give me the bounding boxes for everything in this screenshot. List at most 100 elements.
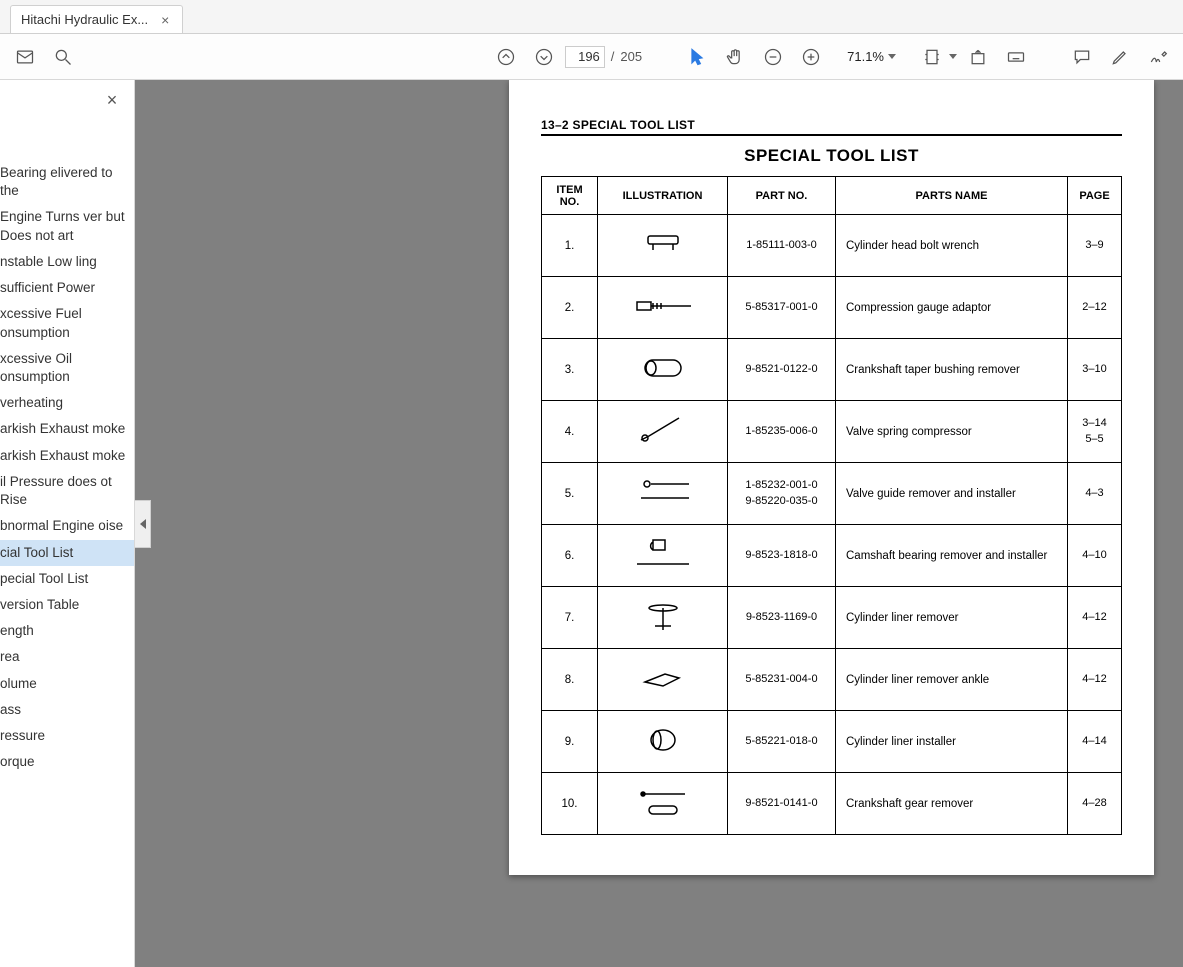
cell-page: 4–10 (1068, 525, 1122, 587)
hand-tool-icon[interactable] (718, 40, 752, 74)
cell-part: 1-85235-006-0 (728, 401, 836, 463)
tab-title: Hitachi Hydraulic Ex... (21, 12, 148, 27)
page-indicator: / 205 (565, 46, 642, 68)
bookmark-item[interactable]: olume (0, 671, 134, 697)
cell-part: 9-8521-0141-0 (728, 773, 836, 835)
bookmark-item[interactable]: xcessive Fuel onsumption (0, 301, 134, 345)
cell-illustration (598, 587, 728, 649)
cell-name: Cylinder liner installer (836, 711, 1068, 773)
bookmark-item[interactable]: version Table (0, 592, 134, 618)
cell-illustration (598, 463, 728, 525)
page-up-icon[interactable] (489, 40, 523, 74)
cell-illustration (598, 525, 728, 587)
cell-name: Cylinder liner remover (836, 587, 1068, 649)
search-icon[interactable] (46, 40, 80, 74)
bookmark-item[interactable]: bnormal Engine oise (0, 513, 134, 539)
bookmark-item[interactable]: rea (0, 644, 134, 670)
page-title: SPECIAL TOOL LIST (541, 146, 1122, 166)
cell-page: 4–12 (1068, 649, 1122, 711)
bookmark-item[interactable]: Engine Turns ver but Does not art (0, 204, 134, 248)
cell-page: 3–9 (1068, 215, 1122, 277)
table-row: 8. 5-85231-004-0Cylinder liner remover an… (542, 649, 1122, 711)
keyboard-icon[interactable] (999, 40, 1033, 74)
cell-item: 5. (542, 463, 598, 525)
cell-part: 1-85111-003-0 (728, 215, 836, 277)
cell-illustration (598, 401, 728, 463)
page-total: 205 (620, 49, 642, 64)
bookmark-item[interactable]: arkish Exhaust moke (0, 416, 134, 442)
document-viewer[interactable]: 13–2 SPECIAL TOOL LIST SPECIAL TOOL LIST… (135, 80, 1183, 967)
bookmark-item[interactable]: sufficient Power (0, 275, 134, 301)
bookmark-item[interactable]: nstable Low ling (0, 249, 134, 275)
cell-name: Crankshaft gear remover (836, 773, 1068, 835)
close-icon[interactable]: × (100, 88, 124, 112)
bookmark-item[interactable]: ass (0, 697, 134, 723)
cell-part: 9-8521-0122-0 (728, 339, 836, 401)
bookmark-item[interactable]: orque (0, 749, 134, 775)
table-row: 2.5-85317-001-0Compression gauge adaptor… (542, 277, 1122, 339)
email-icon[interactable] (8, 40, 42, 74)
cell-item: 10. (542, 773, 598, 835)
page-number-input[interactable] (565, 46, 605, 68)
cell-illustration (598, 649, 728, 711)
zoom-value: 71.1% (847, 49, 884, 64)
zoom-in-icon[interactable] (794, 40, 828, 74)
cell-item: 9. (542, 711, 598, 773)
cell-name: Valve spring compressor (836, 401, 1068, 463)
page-down-icon[interactable] (527, 40, 561, 74)
bookmark-item[interactable]: ressure (0, 723, 134, 749)
chevron-down-icon[interactable] (949, 54, 957, 59)
chevron-left-icon (140, 519, 146, 529)
fit-page-icon[interactable] (915, 40, 949, 74)
bookmark-item[interactable]: ength (0, 618, 134, 644)
table-row: 1. 1-85111-003-0Cylinder head bolt wrench… (542, 215, 1122, 277)
chevron-down-icon (888, 54, 896, 59)
cell-item: 6. (542, 525, 598, 587)
cell-part: 5-85231-004-0 (728, 649, 836, 711)
close-icon[interactable]: × (158, 13, 172, 27)
cell-name: Cylinder head bolt wrench (836, 215, 1068, 277)
cell-item: 4. (542, 401, 598, 463)
cell-item: 8. (542, 649, 598, 711)
pencil-icon[interactable] (1103, 40, 1137, 74)
cell-name: Cylinder liner remover ankle (836, 649, 1068, 711)
sidebar-header: × (0, 80, 134, 120)
comment-icon[interactable] (1065, 40, 1099, 74)
sidebar-collapse-handle[interactable] (135, 500, 151, 548)
th-item: ITEM NO. (542, 177, 598, 215)
cell-part: 5-85221-018-0 (728, 711, 836, 773)
cell-page: 4–14 (1068, 711, 1122, 773)
cell-illustration (598, 711, 728, 773)
bookmark-item[interactable]: verheating (0, 390, 134, 416)
cell-item: 3. (542, 339, 598, 401)
bookmark-item[interactable]: pecial Tool List (0, 566, 134, 592)
main-area: × Bearing elivered to the Engine Turns v… (0, 80, 1183, 967)
th-part: PART NO. (728, 177, 836, 215)
tabs-row: Hitachi Hydraulic Ex... × (0, 0, 1183, 34)
bookmark-item[interactable]: Bearing elivered to the (0, 160, 134, 204)
cell-item: 1. (542, 215, 598, 277)
cell-name: Valve guide remover and installer (836, 463, 1068, 525)
bookmark-item[interactable]: cial Tool List (0, 540, 134, 566)
bookmarks-scroll[interactable]: Bearing elivered to the Engine Turns ver… (0, 120, 134, 967)
cell-name: Camshaft bearing remover and installer (836, 525, 1068, 587)
rotate-icon[interactable] (961, 40, 995, 74)
cell-name: Compression gauge adaptor (836, 277, 1068, 339)
bookmark-item[interactable]: xcessive Oil onsumption (0, 346, 134, 390)
bookmark-item[interactable]: il Pressure does ot Rise (0, 469, 134, 513)
cell-illustration (598, 773, 728, 835)
cell-page: 4–3 (1068, 463, 1122, 525)
th-page: PAGE (1068, 177, 1122, 215)
zoom-dropdown[interactable]: 71.1% (840, 44, 903, 70)
document-tab[interactable]: Hitachi Hydraulic Ex... × (10, 5, 183, 33)
select-tool-icon[interactable] (680, 40, 714, 74)
cell-part: 9-8523-1818-0 (728, 525, 836, 587)
bookmark-item[interactable]: arkish Exhaust moke (0, 443, 134, 469)
zoom-out-icon[interactable] (756, 40, 790, 74)
signature-icon[interactable] (1141, 40, 1175, 74)
table-row: 4.1-85235-006-0Valve spring compressor3–… (542, 401, 1122, 463)
toolbar: / 205 71.1% (0, 34, 1183, 80)
table-row: 9. 5-85221-018-0Cylinder liner installer4… (542, 711, 1122, 773)
page-separator: / (611, 49, 615, 64)
cell-part: 9-8523-1169-0 (728, 587, 836, 649)
